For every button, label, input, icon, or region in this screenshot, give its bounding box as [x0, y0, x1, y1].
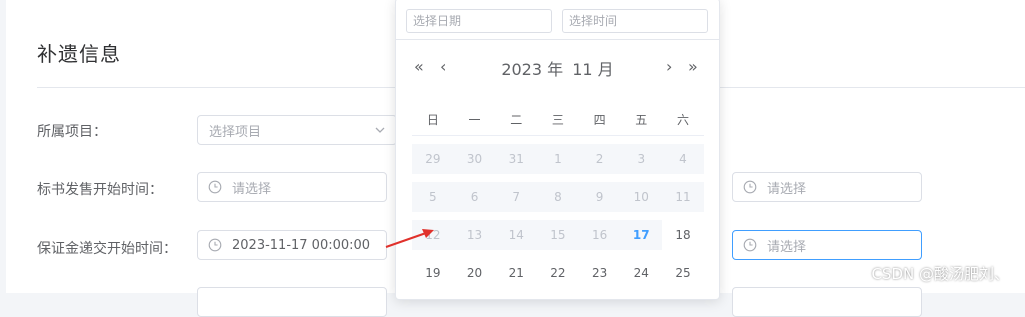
deposit-end-input[interactable]: 请选择 [732, 230, 922, 260]
weekday-label: 五 [635, 112, 648, 127]
bid-sale-start-placeholder: 请选择 [232, 181, 272, 197]
project-select-placeholder: 选择项目 [209, 124, 262, 140]
calendar-day-disabled: 6 [470, 190, 479, 204]
picker-month-label[interactable]: 11 月 [572, 60, 613, 79]
chevron-down-icon [375, 127, 385, 133]
date-picker-panel: 选择日期 选择时间 « ‹ 2023 年 11 月 › » 日 一 二 三 四 … [395, 0, 720, 300]
watermark: CSDN @酸汤肥刘、 [871, 265, 1009, 283]
clock-icon [743, 180, 757, 194]
calendar-day-disabled: 1 [554, 152, 562, 166]
calendar-day-today[interactable]: 17 [620, 220, 663, 250]
picker-year-label[interactable]: 2023 年 [501, 60, 563, 79]
project-select[interactable]: 选择项目 [197, 115, 397, 145]
weekday-label: 二 [510, 112, 523, 127]
calendar-week-row: 29 30 31 1 2 3 4 [412, 144, 704, 174]
section-title: 补遗信息 [37, 42, 121, 66]
picker-time-input[interactable]: 选择时间 [562, 9, 708, 33]
next-row-input[interactable] [197, 287, 387, 317]
deposit-end-placeholder: 请选择 [767, 239, 807, 255]
calendar-day[interactable]: 21 [495, 258, 537, 288]
calendar-day-disabled: 3 [637, 152, 646, 166]
deposit-start-value: 2023-11-17 00:00:00 [232, 237, 371, 253]
deposit-start-input[interactable]: 2023-11-17 00:00:00 [197, 230, 387, 260]
calendar-day-disabled: 30 [466, 152, 483, 166]
calendar-day[interactable]: 19 [412, 258, 454, 288]
calendar-week-row: 19 20 21 22 23 24 25 [412, 258, 704, 288]
next-row-end-input[interactable] [732, 287, 922, 317]
calendar-day-disabled: 7 [512, 190, 521, 204]
weekday-label: 一 [468, 112, 481, 127]
calendar-day-disabled: 29 [425, 152, 441, 166]
calendar-day[interactable]: 23 [579, 258, 621, 288]
bid-sale-start-label: 标书发售开始时间： [37, 182, 163, 198]
weekday-label: 四 [593, 112, 606, 127]
weekday-header: 日 一 二 三 四 五 六 [412, 104, 704, 134]
bid-sale-start-input[interactable]: 请选择 [197, 172, 387, 202]
calendar-day-disabled: 16 [578, 220, 621, 250]
project-label: 所属项目： [37, 124, 107, 140]
bid-sale-end-placeholder: 请选择 [767, 181, 807, 197]
weekday-label: 六 [676, 112, 689, 127]
calendar-day[interactable]: 25 [662, 258, 704, 288]
picker-header-inputs: 选择日期 选择时间 [396, 0, 719, 40]
calendar-day-disabled: 31 [508, 152, 524, 166]
calendar-day[interactable]: 22 [537, 258, 579, 288]
calendar-day-disabled: 11 [675, 190, 691, 204]
calendar-day-disabled: 14 [495, 220, 538, 250]
calendar-day-disabled: 10 [633, 190, 649, 204]
annotation-arrow-icon [385, 229, 434, 248]
calendar-day-disabled: 5 [429, 190, 437, 204]
calendar-day[interactable]: 18 [662, 220, 704, 250]
calendar-day-disabled: 4 [679, 152, 687, 166]
clock-icon [743, 238, 757, 252]
calendar-day-disabled: 2 [595, 152, 604, 166]
picker-date-input[interactable]: 选择日期 [406, 9, 552, 33]
next-month-icon[interactable]: › [666, 57, 672, 76]
calendar-day[interactable]: 20 [454, 258, 496, 288]
bid-sale-end-input[interactable]: 请选择 [732, 172, 922, 202]
weekday-label: 三 [551, 112, 564, 127]
weekday-label: 日 [426, 112, 439, 127]
calendar-day[interactable]: 24 [620, 258, 662, 288]
deposit-start-label: 保证金递交开始时间： [37, 241, 177, 257]
clock-icon [208, 180, 222, 194]
calendar-week-row: 5 6 7 8 9 10 11 [412, 182, 704, 212]
calendar-day-disabled: 9 [595, 190, 604, 204]
calendar-week-row: 12 13 14 15 16 17 18 [412, 220, 704, 250]
weekday-divider [412, 135, 704, 136]
clock-icon [208, 238, 222, 252]
calendar-day-disabled: 15 [537, 220, 579, 250]
calendar-day-disabled: 13 [453, 220, 496, 250]
next-year-icon[interactable]: » [688, 57, 698, 76]
calendar-day-disabled: 8 [554, 190, 562, 204]
